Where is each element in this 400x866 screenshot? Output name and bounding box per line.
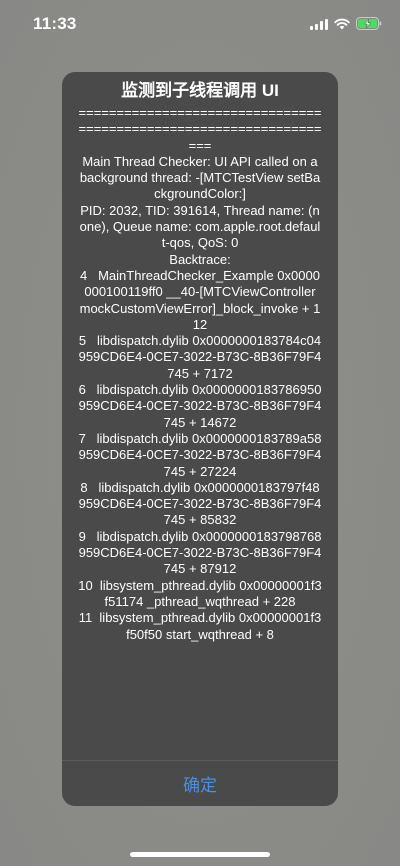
alert-dialog: 监测到子线程调用 UI ============================… <box>62 72 338 806</box>
signal-icon <box>310 18 328 30</box>
status-icons <box>310 17 382 30</box>
status-bar: 11:33 <box>0 0 400 50</box>
home-indicator[interactable] <box>130 852 270 857</box>
status-time: 11:33 <box>33 14 77 33</box>
wifi-icon <box>334 18 350 30</box>
alert-title: 监测到子线程调用 UI <box>121 81 279 100</box>
alert-content-scroll[interactable]: 监测到子线程调用 UI ============================… <box>62 72 338 760</box>
alert-message: ========================================… <box>78 105 322 642</box>
confirm-button[interactable]: 确定 <box>62 761 338 806</box>
battery-charging-icon <box>356 17 382 30</box>
